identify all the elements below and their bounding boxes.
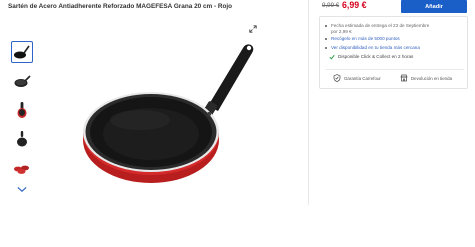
zoom-expand-icon[interactable] (249, 25, 257, 33)
pan-thumbnail-image (14, 45, 30, 59)
old-price: 9,99 € (322, 2, 340, 9)
column-divider (308, 0, 309, 205)
delivery-estimate: Fecha estimada de entrega el 23 de Septi… (325, 23, 429, 34)
store-returns[interactable]: Devolución en tienda (400, 74, 452, 82)
thumbnail-1[interactable] (11, 41, 33, 63)
carrefour-guarantee[interactable]: Garantía Carrefour (333, 74, 381, 82)
delivery-estimate-line1: Fecha estimada de entrega el 23 de Septi… (331, 23, 430, 28)
product-title: Sartén de Acero Antiadherente Reforzado … (8, 3, 233, 10)
check-icon (329, 54, 335, 60)
store-returns-label: Devolución en tienda (411, 75, 453, 81)
thumbnail-2[interactable] (11, 70, 33, 92)
pan-thumbnail-image (17, 102, 27, 118)
pan-thumbnail-image (14, 165, 29, 174)
click-collect-text: Disponible Click & Collect en 2 horas (338, 54, 414, 59)
thumbnail-5[interactable] (11, 156, 33, 178)
bullet-icon (325, 47, 327, 49)
pan-thumbnail-image (17, 131, 27, 147)
bullet-icon (325, 25, 327, 27)
thumbnail-3[interactable] (11, 99, 33, 121)
store-availability[interactable]: Ver disponibilidad en tu tienda más cerc… (325, 45, 420, 51)
price-row: 9,99 € 6,99 € Añadir (322, 0, 467, 14)
current-price: 6,99 € (342, 0, 367, 10)
pickup-points-link[interactable]: Recógelo en más de 5000 puntos (331, 36, 400, 42)
carrefour-guarantee-label: Garantía Carrefour (344, 75, 381, 81)
chevron-down-icon (17, 186, 27, 192)
thumbnail-4[interactable] (11, 128, 33, 150)
divider (325, 69, 464, 70)
shield-check-icon (333, 74, 341, 82)
store-availability-link[interactable]: Ver disponibilidad en tu tienda más cerc… (331, 45, 420, 51)
pan-thumbnail-image (14, 75, 31, 87)
bullet-icon (325, 38, 327, 40)
pickup-points[interactable]: Recógelo en más de 5000 puntos (325, 36, 400, 42)
delivery-estimate-line2: por 2,99 € (331, 28, 352, 34)
thumbnails-scroll-down[interactable] (14, 183, 30, 195)
store-icon (400, 74, 408, 82)
main-product-image[interactable] (70, 36, 270, 206)
add-to-cart-button[interactable]: Añadir (401, 0, 467, 13)
click-collect: Disponible Click & Collect en 2 horas (329, 54, 413, 60)
delivery-info-box: Fecha estimada de entrega el 23 de Septi… (319, 16, 468, 89)
